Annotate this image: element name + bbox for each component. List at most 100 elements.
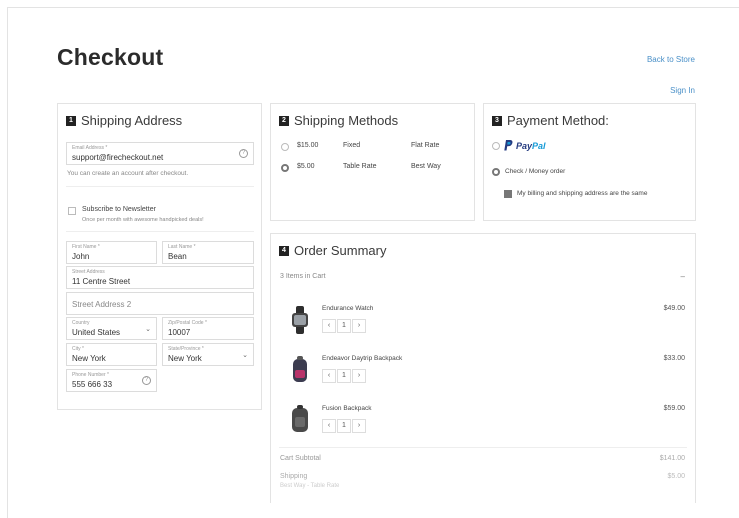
shipping-option-radio[interactable] bbox=[281, 143, 289, 151]
field-value: New York bbox=[168, 354, 202, 363]
paypal-logo-text: Pay bbox=[516, 140, 533, 151]
page-title: Checkout bbox=[57, 44, 164, 70]
step-number: 4 bbox=[279, 245, 289, 256]
item-name: Endeavor Daytrip Backpack bbox=[322, 355, 403, 362]
increase-button[interactable]: › bbox=[352, 319, 366, 333]
field-value: United States bbox=[72, 328, 121, 337]
chevron-down-icon: ⌄ bbox=[145, 326, 151, 333]
field-label: Last Name * bbox=[168, 244, 196, 250]
item-price: $49.00 bbox=[663, 305, 685, 312]
quantity-value[interactable]: 1 bbox=[337, 369, 351, 383]
billing-same-label: My billing and shipping address are the … bbox=[517, 190, 648, 197]
heading-text: Order Summary bbox=[294, 243, 387, 258]
quantity-value[interactable]: 1 bbox=[337, 419, 351, 433]
shipping-option-price: $5.00 bbox=[297, 163, 315, 170]
billing-same-checkbox[interactable] bbox=[504, 190, 512, 198]
heading-text: Payment Method: bbox=[507, 113, 609, 128]
item-name: Endurance Watch bbox=[322, 305, 374, 312]
check-money-order-radio[interactable] bbox=[492, 168, 500, 176]
shipping-address-heading: 1 Shipping Address bbox=[66, 113, 182, 128]
heading-text: Shipping Methods bbox=[294, 113, 399, 128]
decrease-button[interactable]: ‹ bbox=[322, 419, 336, 433]
divider bbox=[66, 231, 254, 232]
check-money-order-label: Check / Money order bbox=[505, 168, 566, 175]
order-summary-heading: 4 Order Summary bbox=[279, 243, 386, 258]
watch-image bbox=[292, 306, 308, 334]
help-icon[interactable]: ? bbox=[239, 149, 248, 158]
backpack-image bbox=[293, 356, 307, 382]
postcode-field[interactable]: Zip/Postal Code * 10007 bbox=[162, 317, 254, 340]
field-label: Zip/Postal Code * bbox=[168, 320, 207, 326]
step-number: 3 bbox=[492, 115, 502, 126]
quantity-stepper[interactable]: ‹ 1 › bbox=[322, 369, 367, 383]
items-in-cart-count: 3 Items in Cart bbox=[280, 273, 326, 280]
shipping-methods-panel: 2 Shipping Methods $15.00 Fixed Flat Rat… bbox=[270, 103, 475, 221]
state-select[interactable]: State/Province * New York ⌄ bbox=[162, 343, 254, 366]
help-icon[interactable]: ? bbox=[142, 376, 151, 385]
email-field[interactable]: Email Address * support@firecheckout.net… bbox=[66, 142, 254, 165]
shipping-option-price: $15.00 bbox=[297, 142, 319, 149]
field-placeholder: Street Address 2 bbox=[72, 300, 132, 309]
decrease-button[interactable]: ‹ bbox=[322, 319, 336, 333]
field-label: City * bbox=[72, 346, 84, 352]
cart-subtotal-label: Cart Subtotal bbox=[280, 455, 321, 462]
item-price: $59.00 bbox=[663, 405, 685, 412]
step-number: 1 bbox=[66, 115, 76, 126]
field-value: 11 Centre Street bbox=[72, 277, 131, 286]
street-address-field[interactable]: Street Address 11 Centre Street bbox=[66, 266, 254, 289]
shipping-option-method: Table Rate bbox=[343, 163, 377, 170]
shipping-option-carrier: Best Way bbox=[411, 163, 441, 170]
field-label: First Name * bbox=[72, 244, 100, 250]
shipping-option-radio[interactable] bbox=[281, 164, 289, 172]
heading-text: Shipping Address bbox=[81, 113, 183, 128]
chevron-down-icon: ⌄ bbox=[242, 352, 248, 359]
shipping-address-panel: 1 Shipping Address Email Address * suppo… bbox=[57, 103, 262, 410]
shipping-methods-heading: 2 Shipping Methods bbox=[279, 113, 398, 128]
payment-method-panel: 3 Payment Method: Pay Pal Check / Money o… bbox=[483, 103, 696, 221]
decrease-button[interactable]: ‹ bbox=[322, 369, 336, 383]
divider bbox=[279, 447, 687, 448]
quantity-stepper[interactable]: ‹ 1 › bbox=[322, 419, 367, 433]
newsletter-checkbox[interactable] bbox=[68, 207, 76, 215]
first-name-field[interactable]: First Name * John bbox=[66, 241, 157, 264]
newsletter-note: Once per month with awesome handpicked d… bbox=[82, 217, 204, 223]
item-name: Fusion Backpack bbox=[322, 405, 372, 412]
shipping-option-method: Fixed bbox=[343, 142, 361, 149]
paypal-logo-text: Pal bbox=[532, 140, 546, 151]
field-label: Phone Number * bbox=[72, 372, 109, 378]
email-note: You can create an account after checkout… bbox=[67, 170, 189, 177]
phone-field[interactable]: Phone Number * 555 666 33 ? bbox=[66, 369, 157, 392]
increase-button[interactable]: › bbox=[352, 369, 366, 383]
quantity-value[interactable]: 1 bbox=[337, 319, 351, 333]
shipping-total-label: Shipping bbox=[280, 473, 308, 480]
paypal-logo: Pay Pal bbox=[504, 140, 546, 151]
back-to-store-link[interactable]: Back to Store bbox=[647, 55, 695, 64]
field-value: 10007 bbox=[168, 328, 191, 337]
divider bbox=[66, 186, 254, 187]
newsletter-label: Subscribe to Newsletter bbox=[82, 206, 156, 213]
field-value: John bbox=[72, 252, 90, 261]
last-name-field[interactable]: Last Name * Bean bbox=[162, 241, 254, 264]
city-field[interactable]: City * New York bbox=[66, 343, 157, 366]
cart-subtotal-value: $141.00 bbox=[659, 455, 685, 462]
field-label: Street Address bbox=[72, 269, 105, 275]
payment-method-heading: 3 Payment Method: bbox=[492, 113, 609, 128]
order-summary-panel: 4 Order Summary 3 Items in Cart – Endura… bbox=[270, 233, 696, 503]
shipping-total-method: Best Way - Table Rate bbox=[280, 483, 340, 489]
collapse-toggle[interactable]: – bbox=[681, 272, 685, 281]
field-value: 555 666 33 bbox=[72, 380, 113, 389]
backpack-image bbox=[292, 405, 308, 432]
field-label: State/Province * bbox=[168, 346, 204, 352]
paypal-radio[interactable] bbox=[492, 142, 500, 150]
shipping-option-carrier: Flat Rate bbox=[411, 142, 440, 149]
increase-button[interactable]: › bbox=[352, 419, 366, 433]
field-label: Country bbox=[72, 320, 90, 326]
field-label: Email Address * bbox=[72, 145, 108, 151]
sign-in-link[interactable]: Sign In bbox=[670, 86, 695, 95]
country-select[interactable]: Country United States ⌄ bbox=[66, 317, 157, 340]
step-number: 2 bbox=[279, 115, 289, 126]
item-price: $33.00 bbox=[663, 355, 685, 362]
quantity-stepper[interactable]: ‹ 1 › bbox=[322, 319, 367, 333]
street-address-2-field[interactable]: Street Address 2 bbox=[66, 292, 254, 315]
field-value: New York bbox=[72, 354, 106, 363]
